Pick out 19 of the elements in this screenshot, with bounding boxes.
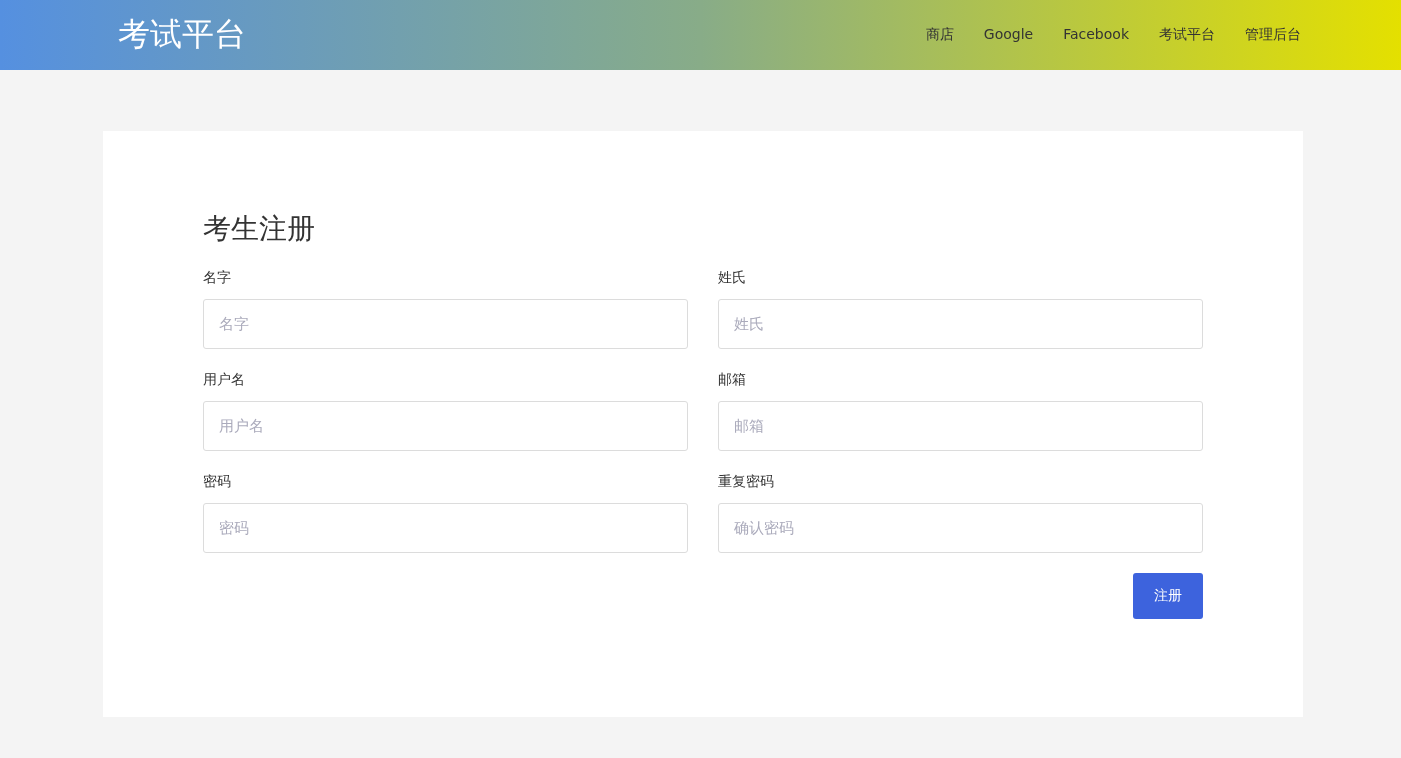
field-label: 密码 xyxy=(203,473,232,491)
input-field[interactable]: 密码 xyxy=(203,503,688,553)
input-field[interactable]: 用户名 xyxy=(203,401,688,451)
field-label: 邮箱 xyxy=(718,371,747,389)
register-button[interactable]: 注册 xyxy=(1133,573,1203,619)
input-field[interactable]: 邮箱 xyxy=(718,401,1203,451)
nav-link[interactable]: Facebook xyxy=(1063,26,1129,44)
field-label: 名字 xyxy=(203,269,232,287)
form-title: 考生注册 xyxy=(203,211,316,247)
input-field[interactable]: 确认密码 xyxy=(718,503,1203,553)
field-label: 用户名 xyxy=(203,371,246,389)
field-label: 姓氏 xyxy=(718,269,747,287)
nav-link[interactable]: 管理后台 xyxy=(1245,26,1301,44)
nav-link[interactable]: 考试平台 xyxy=(1159,26,1215,44)
nav-link[interactable]: Google xyxy=(983,26,1034,44)
nav-link[interactable]: 商店 xyxy=(925,26,954,44)
field-label: 重复密码 xyxy=(718,473,775,491)
input-field[interactable]: 名字 xyxy=(203,299,688,349)
input-field[interactable]: 姓氏 xyxy=(718,299,1203,349)
